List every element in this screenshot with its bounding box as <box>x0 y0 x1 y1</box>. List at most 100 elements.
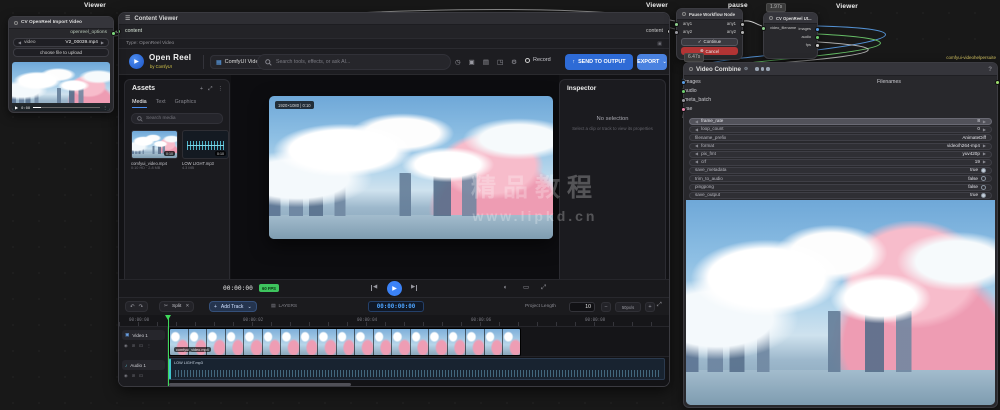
toggle-icon[interactable] <box>981 184 986 190</box>
zoom-out-button[interactable]: − <box>601 301 611 312</box>
audio-track-lane[interactable]: LOW LIGHT.mp3 <box>168 357 669 383</box>
collapse-dot-icon[interactable] <box>14 20 18 25</box>
seek-bar[interactable] <box>33 106 100 108</box>
lock-icon[interactable]: ⊡ <box>139 373 143 378</box>
toggle-icon[interactable] <box>981 168 986 174</box>
filenames-output-port[interactable] <box>995 80 1000 85</box>
tab-text[interactable]: Text <box>156 99 166 108</box>
asset-item-video[interactable]: 0:10 comfyui_video.mp4 0:10 HD · 2.8 MB <box>131 130 178 170</box>
combine-widget-frame_rate[interactable]: ◀ frame_rate 8 ▶ <box>689 118 992 125</box>
skip-back-button[interactable]: ◀ <box>371 284 377 291</box>
toggle-icon[interactable] <box>981 192 986 198</box>
combine-widget-save_output[interactable]: save_output true <box>689 191 992 199</box>
openreel-options-output-port[interactable] <box>111 31 116 36</box>
mute-icon[interactable]: ⊘ <box>132 373 136 378</box>
split-button[interactable]: Split <box>172 304 181 309</box>
cv-node-header[interactable]: CV OpenReel Ut... <box>764 13 817 24</box>
volume-icon[interactable]: ◖ <box>503 284 507 292</box>
content-output-port[interactable] <box>667 29 669 34</box>
import-node-header[interactable]: CV OpenReel Import Video <box>9 17 113 29</box>
combine-video-preview[interactable] <box>686 200 995 405</box>
timeline-expand-icon[interactable]: ⤢ <box>657 302 662 308</box>
collapse-dot-icon[interactable] <box>769 16 773 20</box>
audio-input-port[interactable] <box>681 89 686 94</box>
pin-icon[interactable]: ⊙ <box>744 66 748 72</box>
search-input[interactable]: Search tools, effects, or ask AI... <box>257 54 451 70</box>
add-track-button[interactable]: + Add Track ⌄ <box>209 301 257 312</box>
next-value-icon[interactable]: ▶ <box>983 160 986 164</box>
choose-file-button[interactable]: choose file to upload <box>13 48 109 57</box>
content-viewer-header[interactable]: ☰ Content Viewer <box>119 13 669 25</box>
content-viewer-panel[interactable]: ☰ Content Viewer content content Type: O… <box>118 12 670 387</box>
audio-clip[interactable]: LOW LIGHT.mp3 <box>169 358 665 380</box>
video-clip[interactable]: comfyui_video.mp4 <box>169 328 521 356</box>
track-more-icon[interactable]: ⋮ <box>147 343 151 348</box>
content-input-port[interactable] <box>119 29 121 34</box>
project-length-input[interactable]: 10 <box>569 301 595 312</box>
prev-value-icon[interactable]: ◀ <box>695 160 698 164</box>
pip-icon[interactable]: ▭ <box>523 284 529 292</box>
redo-icon[interactable]: ↷ <box>139 304 144 310</box>
history-icon[interactable]: ◷ <box>455 58 461 66</box>
images-input-port[interactable] <box>681 80 686 85</box>
visibility-icon[interactable]: ◉ <box>124 343 128 348</box>
prev-value-icon[interactable]: ◀ <box>695 119 698 124</box>
fullscreen-icon[interactable]: ⤢ <box>541 284 546 292</box>
next-value-icon[interactable]: ▶ <box>983 119 986 124</box>
meta_batch-input-port[interactable] <box>681 98 686 103</box>
video-combine-node[interactable]: Video Combine ⊙ ? images audio meta_batch v… <box>681 62 1000 408</box>
prev-value-icon[interactable]: ◀ <box>695 144 698 148</box>
combine-node-header[interactable]: Video Combine ⊙ ? <box>684 63 997 76</box>
layers-toggle[interactable]: ▤ LAYERS <box>271 304 297 309</box>
delete-icon[interactable]: ✕ <box>185 304 189 309</box>
horizontal-scrollbar[interactable] <box>169 383 351 386</box>
continue-button[interactable]: ✓ Continue <box>681 37 738 46</box>
lock-icon[interactable]: ⊡ <box>139 343 143 348</box>
more-icon[interactable]: ⋮ <box>103 105 107 110</box>
settings-gear-icon[interactable]: ⚙ <box>511 58 517 66</box>
vae-input-port[interactable] <box>681 107 686 112</box>
video-canvas[interactable]: 1920×1080 | 0:10 <box>269 96 553 239</box>
tab-media[interactable]: Media <box>132 99 147 108</box>
prev-value-icon[interactable]: ◀ <box>18 39 21 46</box>
combine-widget-loop_count[interactable]: ◀ loop_count 0 ▶ <box>689 126 992 134</box>
play-button[interactable]: ▶ <box>387 281 402 296</box>
zoom-in-button[interactable]: + <box>645 301 655 312</box>
target-icon[interactable]: ◳ <box>497 58 503 66</box>
next-value-icon[interactable]: ▶ <box>101 39 104 46</box>
play-icon[interactable]: ▶ <box>15 105 18 110</box>
prev-value-icon[interactable]: ◀ <box>695 127 698 132</box>
any1-output-port[interactable] <box>740 22 745 27</box>
video-file-widget[interactable]: ◀ video V2_00039.mp4 ▶ <box>13 38 109 47</box>
next-value-icon[interactable]: ▶ <box>983 152 986 156</box>
next-value-icon[interactable]: ▶ <box>983 127 986 132</box>
timeline-ruler[interactable]: 00:00:00 00:00:02 00:00:04 00:00:06 00:00:08 <box>119 315 669 327</box>
combine-widget-trim_to_audio[interactable]: trim_to_audio false <box>689 175 992 183</box>
panel-more-icon[interactable]: ⋮ <box>218 86 224 93</box>
video-track-header[interactable]: ▣ Video 1 <box>122 330 165 340</box>
import-node-video-preview[interactable]: ▶ 0:00 ⋮ <box>12 62 110 111</box>
cv-openreel-util-node[interactable]: CV OpenReel Ut... video_filename images a… <box>761 12 820 59</box>
expand-panel-icon[interactable]: ⤢ <box>208 86 212 93</box>
export-button[interactable]: EXPORT ⌄ <box>637 54 667 70</box>
any2-input-port[interactable] <box>674 30 679 35</box>
combine-widget-pingpong[interactable]: pingpong false <box>689 183 992 191</box>
pause-node-header[interactable]: Pause Workflow Node <box>677 9 742 20</box>
fps-output-port[interactable] <box>815 43 820 48</box>
combine-widget-filename_prefix[interactable]: filename_prefix AnimateDiff <box>689 134 992 142</box>
collapse-dot-icon[interactable] <box>689 67 693 71</box>
popout-icon[interactable]: ▣ <box>657 41 662 47</box>
combine-widget-pix_fmt[interactable]: ◀ pix_fmt yuv420p ▶ <box>689 150 992 158</box>
audio-track-header[interactable]: ♪ Audio 1 <box>122 360 165 370</box>
video-track-lane[interactable]: comfyui_video.mp4 <box>168 327 669 357</box>
scissors-icon[interactable]: ✂ <box>164 304 168 309</box>
help-icon[interactable]: ? <box>988 66 992 73</box>
prev-value-icon[interactable]: ◀ <box>695 152 698 156</box>
audio-output-port[interactable] <box>815 35 820 40</box>
tab-graphics[interactable]: Graphics <box>175 99 197 108</box>
combine-widget-crf[interactable]: ◀ crf 19 ▶ <box>689 158 992 166</box>
playhead-handle-icon[interactable] <box>165 315 171 323</box>
next-value-icon[interactable]: ▶ <box>983 144 986 148</box>
combine-widget-save_metadata[interactable]: save_metadata true <box>689 167 992 175</box>
toggle-icon[interactable] <box>981 176 986 182</box>
